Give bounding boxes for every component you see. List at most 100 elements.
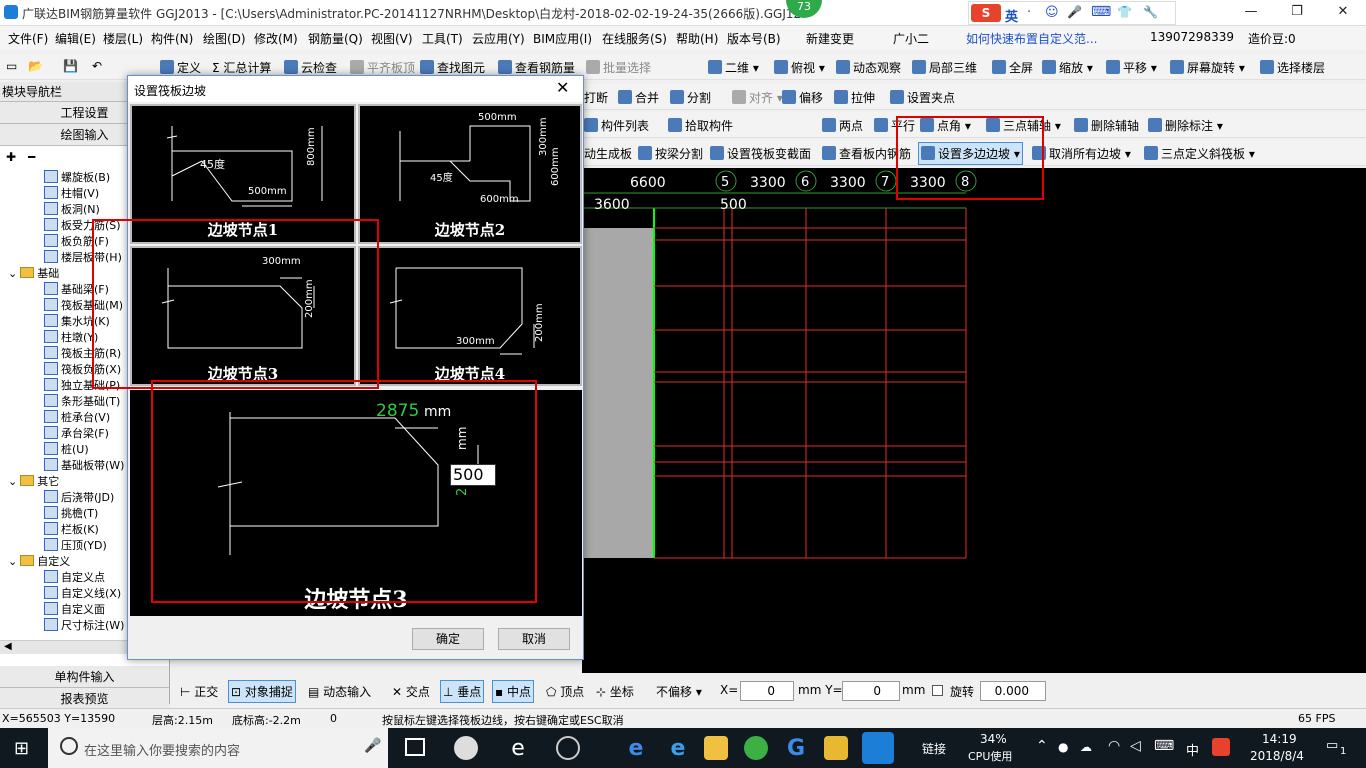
menu-cloud[interactable]: 云应用(Y) <box>472 30 525 47</box>
y-input[interactable]: 0 <box>842 681 900 701</box>
tree-item[interactable]: 栏板(K) <box>44 522 99 538</box>
coordinate-snap[interactable]: ⊹ 坐标 <box>596 683 634 700</box>
split-button[interactable]: 分割 <box>670 89 711 106</box>
clock-time[interactable]: 14:19 <box>1262 732 1297 746</box>
tree-folder[interactable]: ⌄ 自定义 <box>8 554 70 570</box>
menu-bim[interactable]: BIM应用(I) <box>533 30 592 47</box>
tree-item[interactable]: 尺寸标注(W) <box>44 618 124 634</box>
tree-item[interactable]: 桩(U) <box>44 442 89 458</box>
undo-button[interactable]: ↶ <box>92 59 102 73</box>
open-file-button[interactable]: 📂 <box>28 59 43 73</box>
edge-blue-icon[interactable]: e <box>624 736 648 761</box>
app-green-icon[interactable] <box>744 736 768 760</box>
set-grip-button[interactable]: 设置夹点 <box>890 89 955 106</box>
component-list-button[interactable]: 构件列表 <box>584 117 649 134</box>
view-2d-dropdown[interactable]: 二维 ▾ <box>708 59 759 76</box>
new-file-button[interactable]: ▭ <box>6 59 17 73</box>
top-view-dropdown[interactable]: 俯视 ▾ <box>774 59 825 76</box>
stretch-button[interactable]: 拉伸 <box>834 89 875 106</box>
tray-sogou-icon[interactable] <box>1212 738 1230 756</box>
find-element-button[interactable]: 查找图元 <box>420 59 485 76</box>
select-floor-button[interactable]: 选择楼层 <box>1260 59 1325 76</box>
task-view-icon[interactable] <box>405 738 425 756</box>
app-spiral-icon[interactable] <box>556 736 580 760</box>
tray-link[interactable]: 链接 <box>922 740 946 757</box>
folder-toggle-icon[interactable]: ⌄ <box>8 475 17 488</box>
cancel-all-slopes-dropdown[interactable]: 取消所有边坡 ▾ <box>1032 145 1131 162</box>
variable-section-button[interactable]: 设置筏板变截面 <box>710 145 811 162</box>
screen-rotate-dropdown[interactable]: 屏幕旋转 ▾ <box>1170 59 1245 76</box>
start-icon[interactable]: ⊞ <box>14 738 29 759</box>
cloud-check-button[interactable]: 云检查 <box>284 59 337 76</box>
tray-keyboard-icon[interactable]: ⌨ <box>1154 738 1174 754</box>
tray-people-icon[interactable]: ● <box>1058 740 1068 754</box>
ime-punct-icon[interactable]: · <box>1027 5 1031 20</box>
fullscreen-button[interactable]: 全屏 <box>992 59 1033 76</box>
pick-component-button[interactable]: 拾取构件 <box>668 117 733 134</box>
clock-date[interactable]: 2018/8/4 <box>1250 749 1304 763</box>
tree-item[interactable]: 自定义线(X) <box>44 586 121 602</box>
rotate-checkbox[interactable] <box>932 685 943 696</box>
three-point-slant-slab-dropdown[interactable]: 三点定义斜筏板 ▾ <box>1144 145 1255 162</box>
merge-button[interactable]: 合并 <box>618 89 659 106</box>
scroll-left-icon[interactable]: ◀ <box>4 641 12 652</box>
menu-component[interactable]: 构件(N) <box>151 30 193 47</box>
tree-item[interactable]: 自定义点 <box>44 570 105 586</box>
auto-gen-slab-button[interactable]: 动生成板 <box>584 145 632 162</box>
tree-item[interactable]: 柱帽(V) <box>44 186 99 202</box>
ie-icon[interactable]: e <box>666 736 690 761</box>
perpendicular-snap[interactable]: ⊥ 垂点 <box>440 680 485 703</box>
minimize-button[interactable]: — <box>1228 0 1274 26</box>
ime-toolbar[interactable]: S 英 · ☺ 🎤 ⌨ 👕 🔧 <box>968 1 1176 25</box>
promo-link[interactable]: 如何快速布置自定义范... <box>966 30 1097 47</box>
tray-wifi-icon[interactable]: ◠ <box>1108 738 1120 754</box>
expand-all-icon[interactable]: ✚ <box>6 150 16 164</box>
tree-item[interactable]: 承台梁(F) <box>44 426 109 442</box>
single-component-input-button[interactable]: 单构件输入 <box>0 666 169 688</box>
slope-node-4-panel[interactable]: 300mm 200mm 边坡节点4 <box>358 246 582 386</box>
tree-item[interactable]: 条形基础(T) <box>44 394 120 410</box>
tree-item[interactable]: 后浇带(JD) <box>44 490 114 506</box>
action-center-icon[interactable]: ▭ <box>1326 738 1338 753</box>
folder-toggle-icon[interactable]: ⌄ <box>8 555 17 568</box>
tree-folder[interactable]: ⌄ 基础 <box>8 266 59 282</box>
tree-item[interactable]: 压顶(YD) <box>44 538 107 554</box>
report-preview-button[interactable]: 报表预览 <box>0 688 169 710</box>
menu-new-change[interactable]: 新建变更 <box>806 30 854 47</box>
dynamic-input-toggle[interactable]: ▤ 动态输入 <box>308 683 371 700</box>
file-explorer-icon[interactable] <box>704 736 728 760</box>
app-fan-icon[interactable] <box>454 736 478 760</box>
zoom-dropdown[interactable]: 缩放 ▾ <box>1042 59 1093 76</box>
glodon-g-icon[interactable]: G <box>784 736 808 761</box>
tree-item[interactable]: 螺旋板(B) <box>44 170 110 186</box>
notes-icon[interactable] <box>824 736 848 760</box>
menu-online[interactable]: 在线服务(S) <box>602 30 667 47</box>
menu-floor[interactable]: 楼层(L) <box>103 30 143 47</box>
dialog-close-icon[interactable]: ✕ <box>556 78 569 97</box>
tree-item[interactable]: 板洞(N) <box>44 202 100 218</box>
tray-volume-icon[interactable]: ◁ <box>1130 738 1141 754</box>
mic-icon[interactable]: 🎤 <box>364 738 381 754</box>
tree-item[interactable]: 挑檐(T) <box>44 506 98 522</box>
folder-toggle-icon[interactable]: ⌄ <box>8 267 17 280</box>
pan-dropdown[interactable]: 平移 ▾ <box>1106 59 1157 76</box>
drawing-canvas[interactable]: 6600 3300 3300 3300 5 6 7 8 3600 500 <box>582 168 1366 673</box>
menu-rebar-qty[interactable]: 钢筋量(Q) <box>308 30 363 47</box>
menu-tools[interactable]: 工具(T) <box>422 30 463 47</box>
menu-file[interactable]: 文件(F) <box>8 30 48 47</box>
ortho-toggle[interactable]: ⊢ 正交 <box>180 683 218 700</box>
vertex-snap[interactable]: ⬠ 顶点 <box>546 683 584 700</box>
tree-item[interactable]: 柱墩(Y) <box>44 330 98 346</box>
tray-chevron-icon[interactable]: ⌃ <box>1036 738 1048 754</box>
ime-lang[interactable]: 英 <box>1005 6 1018 25</box>
restore-button[interactable]: ❐ <box>1274 0 1320 26</box>
menu-guangxiaoer[interactable]: 广小二 <box>893 30 929 47</box>
view-rebar-button[interactable]: 查看钢筋量 <box>498 59 575 76</box>
tree-folder[interactable]: ⌄ 其它 <box>8 474 59 490</box>
dynamic-view-button[interactable]: 动态观察 <box>836 59 901 76</box>
local-3d-button[interactable]: 局部三维 <box>912 59 977 76</box>
delete-axis-button[interactable]: 删除辅轴 <box>1074 117 1139 134</box>
menu-modify[interactable]: 修改(M) <box>254 30 298 47</box>
ime-emoji-icon[interactable]: ☺ <box>1045 5 1059 20</box>
menu-edit[interactable]: 编辑(E) <box>55 30 96 47</box>
